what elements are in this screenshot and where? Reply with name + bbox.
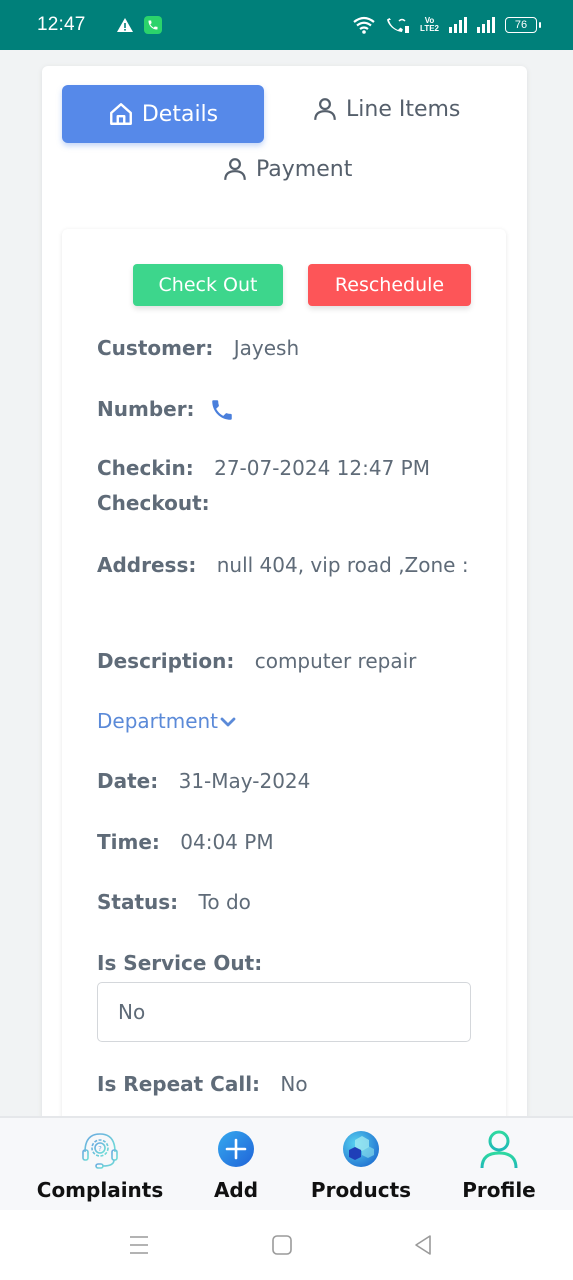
time-value: 04:04 PM [180,830,274,854]
service-out-select[interactable]: No [97,982,471,1042]
user-icon [314,98,336,120]
description-field: Description: computer repair [97,644,477,679]
status-value: To do [198,890,251,914]
wifi-icon [353,16,375,34]
signal-icon [449,17,467,33]
description-label: Description: [97,649,235,673]
address-label: Address: [97,553,197,577]
reschedule-button[interactable]: Reschedule [308,264,471,306]
home-icon [109,103,132,125]
repeat-call-value: No [280,1072,308,1096]
nav-profile-label: Profile [462,1178,536,1202]
nav-add[interactable]: Add [200,1128,272,1202]
signal-icon [477,17,495,33]
battery-level: 76 [514,19,528,31]
back-icon[interactable] [412,1234,434,1256]
system-navigation-bar [0,1210,573,1280]
nav-products-label: Products [310,1178,412,1202]
address-field: Address: null 404, vip road ,Zone : [97,548,477,583]
date-field: Date: 31-May-2024 [97,764,477,799]
status-time: 12:47 [37,14,86,35]
user-icon [224,158,246,180]
checkin-label: Checkin: [97,456,194,480]
details-panel: Check Out Reschedule Customer: Jayesh Nu… [62,229,506,1169]
support-headset-icon: ? [82,1133,118,1169]
description-value: computer repair [254,649,417,673]
address-value: null 404, vip road ,Zone : [216,553,469,577]
nav-products[interactable]: Products [310,1128,412,1202]
tab-line-items-label: Line Items [346,96,461,122]
phone-icon[interactable] [209,397,235,423]
date-value: 31-May-2024 [178,769,311,793]
complaint-detail-card: Details Line Items Payment Check Out Res… [42,66,527,1169]
checkout-field: Checkout: [97,486,477,521]
home-button-icon[interactable] [271,1234,293,1256]
nav-profile[interactable]: Profile [460,1128,538,1202]
service-out-field: Is Service Out: [97,946,477,981]
volte-sub-label: LTE2 [420,24,439,33]
department-toggle[interactable]: Department [97,704,238,739]
tab-details-label: Details [141,101,219,127]
chevron-down-icon [220,717,236,726]
customer-value: Jayesh [233,336,300,360]
customer-field: Customer: Jayesh [97,331,477,366]
tab-details[interactable]: Details [62,85,264,143]
tab-payment-label: Payment [256,156,353,182]
phone-app-icon [143,16,162,34]
profile-icon [480,1130,518,1169]
warning-icon [116,18,133,32]
status-field: Status: To do [97,885,477,920]
nav-complaints[interactable]: ? Complaints [36,1128,164,1202]
customer-label: Customer: [97,336,214,360]
checkin-field: Checkin: 27-07-2024 12:47 PM [97,451,477,486]
repeat-call-label: Is Repeat Call: [97,1072,261,1096]
add-circle-icon [218,1131,254,1167]
svg-text:?: ? [98,1145,102,1153]
tab-payment[interactable]: Payment [222,156,352,182]
time-field: Time: 04:04 PM [97,825,477,860]
number-field: Number: [97,392,477,427]
status-bar: 12:47 Vo LTE2 76 [0,0,573,50]
date-label: Date: [97,769,159,793]
battery-icon: 76 [505,17,541,33]
check-out-button[interactable]: Check Out [133,264,283,306]
bottom-navigation: ? Complaints Add Products Profile [0,1116,573,1210]
number-label: Number: [97,397,195,421]
volte-icon: Vo LTE2 [420,17,439,33]
service-out-value: No [118,1000,146,1024]
department-field: Department [97,704,477,739]
checkin-value: 27-07-2024 12:47 PM [214,456,430,480]
department-label: Department [97,709,219,733]
wifi-calling-icon [387,18,410,33]
checkout-label: Checkout: [97,491,210,515]
repeat-call-field: Is Repeat Call: No [97,1067,477,1102]
nav-add-label: Add [213,1178,259,1202]
nav-complaints-label: Complaints [36,1178,164,1202]
tab-line-items[interactable]: Line Items [312,96,460,122]
status-label: Status: [97,890,179,914]
cubes-icon [343,1131,379,1167]
service-out-label: Is Service Out: [97,951,263,975]
menu-icon[interactable] [128,1234,150,1256]
time-label: Time: [97,830,160,854]
